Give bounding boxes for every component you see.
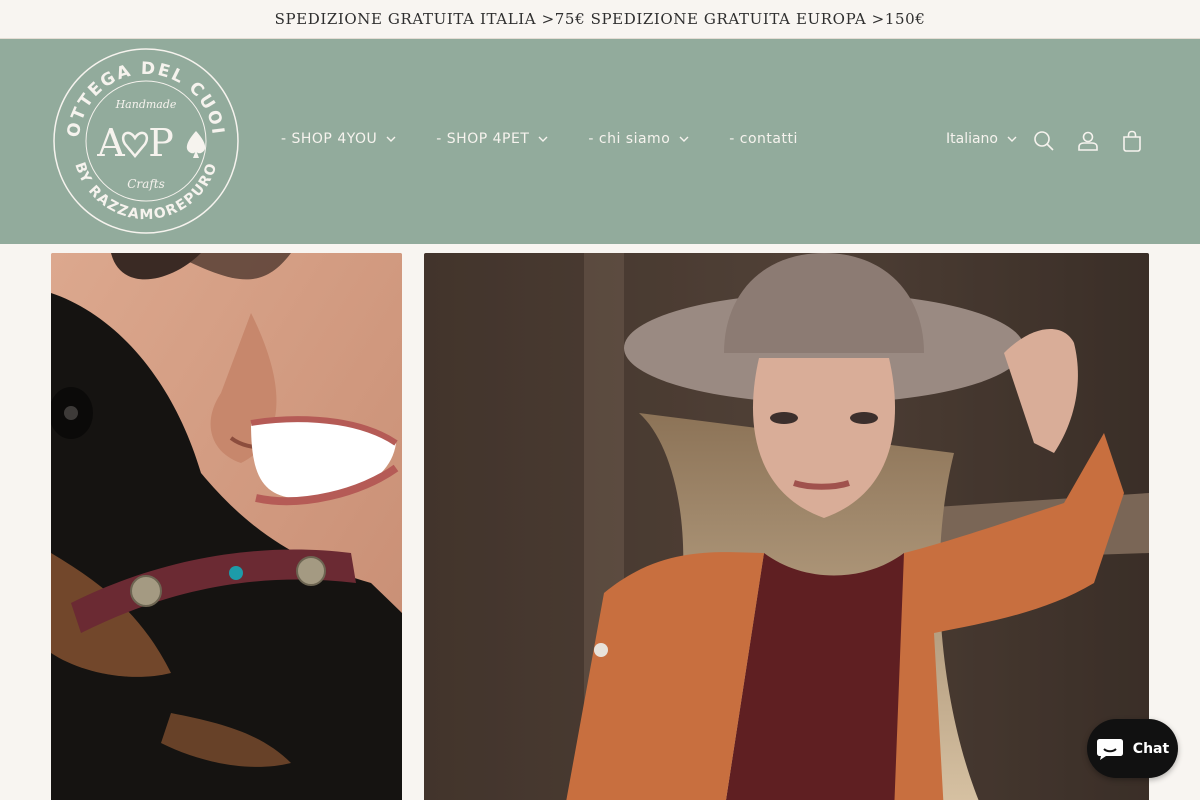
nav-shop-4pet[interactable]: - SHOP 4PET	[436, 131, 548, 147]
nav-item-label: - SHOP 4PET	[436, 131, 530, 147]
main-nav: - SHOP 4YOU - SHOP 4PET - chi siamo - co…	[281, 131, 798, 147]
nav-shop-4you[interactable]: - SHOP 4YOU	[281, 131, 396, 147]
svg-text:A: A	[96, 121, 125, 165]
chat-label: Chat	[1132, 740, 1170, 757]
chat-bubble-icon	[1096, 738, 1123, 760]
chevron-down-icon	[679, 136, 689, 142]
nav-item-label: - contatti	[729, 131, 798, 147]
svg-text:Crafts: Crafts	[127, 177, 165, 191]
site-header: BOTTEGA DEL CUOIO BY RAZZAMOREPURO Handm…	[0, 31, 1200, 244]
cart-icon[interactable]	[1120, 129, 1144, 153]
search-icon[interactable]	[1032, 129, 1056, 153]
account-icon[interactable]	[1076, 129, 1100, 153]
chevron-down-icon	[386, 136, 396, 142]
announcement-text: SPEDIZIONE GRATUITA ITALIA >75€ SPEDIZIO…	[274, 10, 926, 28]
language-selector[interactable]: Italiano	[946, 131, 1017, 147]
nav-contatti[interactable]: - contatti	[729, 131, 798, 147]
chevron-down-icon	[1007, 136, 1017, 142]
language-label: Italiano	[946, 131, 998, 147]
hero-image-woman-in-hat[interactable]	[424, 253, 1149, 800]
hero-image-woman-with-dog[interactable]	[51, 253, 402, 800]
announcement-bar: SPEDIZIONE GRATUITA ITALIA >75€ SPEDIZIO…	[0, 0, 1200, 39]
nav-item-label: - chi siamo	[588, 131, 671, 147]
nav-item-label: - SHOP 4YOU	[281, 131, 378, 147]
svg-text:Handmade: Handmade	[115, 98, 177, 111]
site-logo[interactable]: BOTTEGA DEL CUOIO BY RAZZAMOREPURO Handm…	[43, 31, 241, 236]
svg-text:P: P	[148, 121, 174, 165]
nav-chi-siamo[interactable]: - chi siamo	[588, 131, 689, 147]
chat-button[interactable]: Chat	[1087, 719, 1178, 778]
svg-text:BOTTEGA DEL CUOIO: BOTTEGA DEL CUOIO	[51, 46, 228, 139]
chevron-down-icon	[538, 136, 548, 142]
